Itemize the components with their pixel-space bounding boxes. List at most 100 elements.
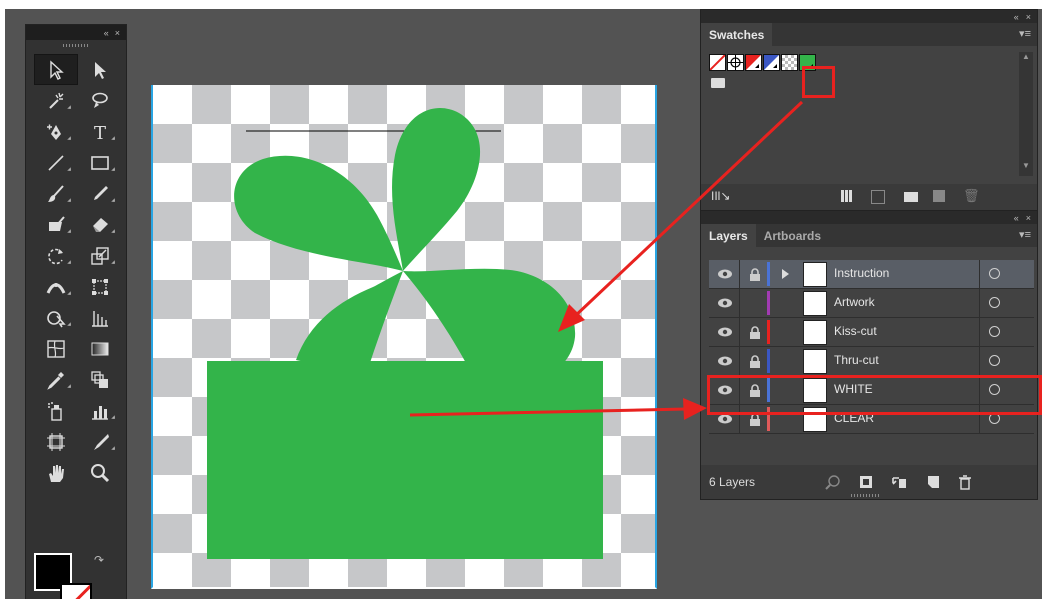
mesh-tool-icon[interactable] <box>34 333 78 364</box>
selection-tool-icon[interactable] <box>34 54 78 85</box>
make-clipping-mask-icon[interactable] <box>858 474 874 490</box>
layer-row[interactable]: Thru-cut <box>709 347 1034 376</box>
symbol-sprayer-tool-icon[interactable] <box>34 395 78 426</box>
lock-icon[interactable] <box>749 326 761 339</box>
layer-thumbnail <box>803 349 827 374</box>
swatches-panel: « × Swatches ▾≡ ▲ ▼ IIl↘ 🗑 <box>700 9 1038 211</box>
swatch-folder-icon[interactable] <box>711 78 725 88</box>
collapse-panel-icon[interactable]: « <box>104 28 109 38</box>
panel-grip[interactable] <box>851 494 881 497</box>
swatch-grid <box>707 46 1013 176</box>
shape-builder-tool-icon[interactable] <box>34 302 78 333</box>
expand-layer-icon[interactable] <box>782 269 789 279</box>
artboard-canvas[interactable] <box>151 85 657 589</box>
registration-swatch[interactable] <box>727 54 744 71</box>
tools-panel: « × T ↷ <box>25 24 127 599</box>
swatch-options-icon[interactable] <box>871 190 885 204</box>
blob-brush-tool-icon[interactable] <box>34 209 78 240</box>
scroll-down-icon[interactable]: ▼ <box>1019 161 1033 170</box>
swatch-libraries-icon[interactable]: IIl↘ <box>711 189 730 203</box>
layer-name[interactable]: Thru-cut <box>834 353 879 367</box>
magic-wand-tool-icon[interactable] <box>34 85 78 116</box>
scroll-up-icon[interactable]: ▲ <box>1019 52 1033 61</box>
layer-name[interactable]: Instruction <box>834 266 889 280</box>
lock-icon[interactable] <box>749 355 761 368</box>
swatches-footer: IIl↘ 🗑 <box>701 184 1037 210</box>
layer-target-icon[interactable] <box>989 297 1000 308</box>
free-transform-tool-icon[interactable] <box>78 271 122 302</box>
swatch-kind-icon[interactable] <box>841 190 853 202</box>
scale-tool-icon[interactable] <box>78 240 122 271</box>
checker-swatch[interactable] <box>781 54 798 71</box>
layer-target-icon[interactable] <box>989 326 1000 337</box>
new-color-group-icon[interactable] <box>904 192 918 202</box>
swatches-titlebar: « × <box>701 10 1037 23</box>
pen-tool-icon[interactable] <box>34 116 78 147</box>
locate-object-icon[interactable] <box>825 474 841 490</box>
zoom-tool-icon[interactable] <box>78 457 122 488</box>
lock-toggle[interactable] <box>745 293 765 313</box>
layer-thumbnail <box>803 291 827 316</box>
red-swatch[interactable] <box>745 54 762 71</box>
panel-grip[interactable] <box>26 40 126 50</box>
pencil-tool-icon[interactable] <box>78 178 122 209</box>
layer-row[interactable]: Artwork <box>709 289 1034 318</box>
lock-icon[interactable] <box>749 268 761 281</box>
layers-count: 6 Layers <box>709 475 756 489</box>
lasso-tool-icon[interactable] <box>78 85 122 116</box>
rectangle-tool-icon[interactable] <box>78 147 122 178</box>
artboard-tool-icon[interactable] <box>34 426 78 457</box>
column-graph-tool-icon[interactable] <box>78 395 122 426</box>
tab-layers[interactable]: Layers <box>701 224 756 247</box>
close-panel-icon[interactable]: × <box>1026 12 1031 22</box>
delete-swatch-icon[interactable]: 🗑 <box>963 188 980 204</box>
perspective-grid-tool-icon[interactable] <box>78 302 122 333</box>
layer-row[interactable]: Instruction <box>709 260 1034 289</box>
new-swatch-icon[interactable] <box>933 190 945 202</box>
paintbrush-tool-icon[interactable] <box>34 178 78 209</box>
gradient-tool-icon[interactable] <box>78 333 122 364</box>
width-tool-icon[interactable] <box>34 271 78 302</box>
none-swatch[interactable] <box>709 54 726 71</box>
layer-name[interactable]: Kiss-cut <box>834 324 877 338</box>
layers-footer: 6 Layers <box>701 465 1037 499</box>
swatches-scrollbar[interactable]: ▲ ▼ <box>1019 52 1033 176</box>
close-panel-icon[interactable]: × <box>1026 213 1031 223</box>
layer-color-bar <box>767 320 770 344</box>
slice-tool-icon[interactable] <box>78 426 122 457</box>
collapse-panel-icon[interactable]: « <box>1014 213 1019 223</box>
new-sublayer-icon[interactable] <box>891 474 907 490</box>
swatches-tabbar: Swatches ▾≡ <box>701 23 1037 46</box>
layers-panel: « × Layers Artboards ▾≡ Instruction Artwo… <box>700 210 1038 500</box>
visibility-eye-icon[interactable] <box>717 267 733 281</box>
direct-selection-tool-icon[interactable] <box>78 54 122 85</box>
collapse-panel-icon[interactable]: « <box>1014 12 1019 22</box>
close-panel-icon[interactable]: × <box>115 28 120 38</box>
rotate-tool-icon[interactable] <box>34 240 78 271</box>
swap-fill-stroke-icon[interactable]: ↷ <box>94 553 104 567</box>
visibility-eye-icon[interactable] <box>717 296 733 310</box>
new-layer-icon[interactable] <box>925 474 941 490</box>
blue-swatch[interactable] <box>763 54 780 71</box>
layer-name[interactable]: Artwork <box>834 295 875 309</box>
visibility-eye-icon[interactable] <box>717 325 733 339</box>
eraser-tool-icon[interactable] <box>78 209 122 240</box>
layers-titlebar: « × <box>701 211 1037 224</box>
panel-menu-icon[interactable]: ▾≡ <box>1019 228 1031 241</box>
blend-tool-icon[interactable] <box>78 364 122 395</box>
eyedropper-tool-icon[interactable] <box>34 364 78 395</box>
line-tool-icon[interactable] <box>34 147 78 178</box>
hand-tool-icon[interactable] <box>34 457 78 488</box>
layer-target-icon[interactable] <box>989 355 1000 366</box>
tool-grid: T <box>26 50 126 488</box>
type-tool-icon[interactable]: T <box>78 116 122 147</box>
tab-artboards[interactable]: Artboards <box>756 224 829 247</box>
stroke-color-box[interactable] <box>60 583 92 599</box>
illustrator-workspace: « × T ↷ « × Swatches ▾≡ ▲ ▼ IIl↘ 🗑 « × L… <box>5 9 1042 599</box>
panel-menu-icon[interactable]: ▾≡ <box>1019 27 1031 40</box>
layer-target-icon[interactable] <box>989 268 1000 279</box>
tab-swatches[interactable]: Swatches <box>701 23 773 46</box>
delete-layer-icon[interactable] <box>957 474 973 490</box>
visibility-eye-icon[interactable] <box>717 354 733 368</box>
layer-row[interactable]: Kiss-cut <box>709 318 1034 347</box>
